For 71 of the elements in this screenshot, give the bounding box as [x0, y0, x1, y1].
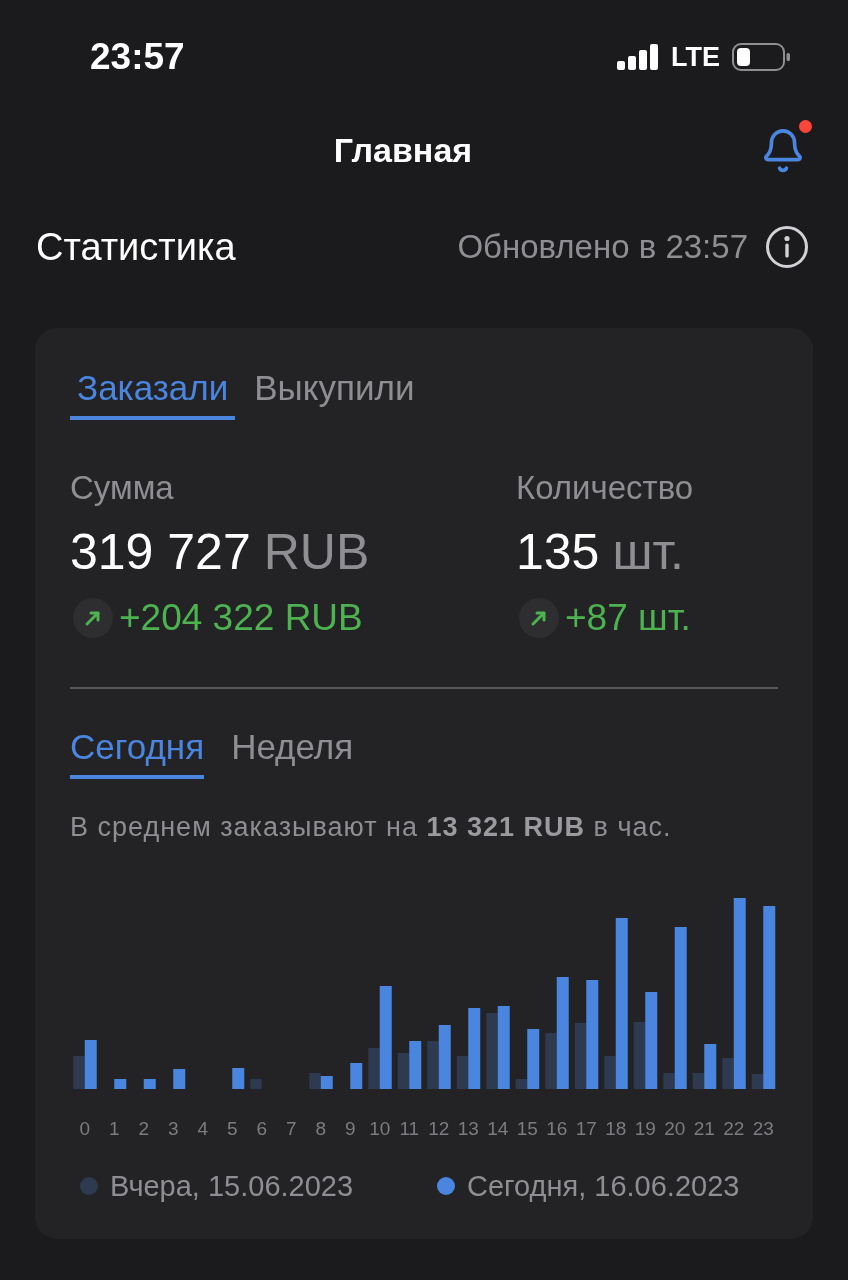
previous-day-bar [368, 1048, 380, 1089]
previous-day-bar [663, 1073, 675, 1089]
metric-label: Количество [516, 471, 694, 505]
period-tab[interactable]: Сегодня [70, 727, 205, 779]
hour-label: 12 [427, 1117, 451, 1141]
hour-label: 4 [196, 1117, 210, 1141]
period-tab[interactable]: Неделя [231, 727, 354, 779]
current-day-bar [114, 1079, 127, 1089]
hour-label: 14 [486, 1117, 510, 1141]
metric-value: 319 727 [70, 524, 251, 580]
hour-label: 5 [225, 1117, 239, 1141]
hour-label: 10 [368, 1117, 392, 1141]
hour-label: 9 [343, 1117, 357, 1141]
status-time: 23:57 [90, 36, 185, 78]
current-day-bar [527, 1029, 540, 1089]
hour-label: 21 [692, 1117, 716, 1141]
metric-tab[interactable]: Заказали [70, 368, 236, 420]
hour-label: 15 [515, 1117, 539, 1141]
metric-unit: RUB [263, 524, 370, 580]
hour-label: 0 [78, 1117, 92, 1141]
current-day-bar [704, 1044, 717, 1089]
metric-tab[interactable]: Выкупили [247, 368, 422, 420]
hour-label: 18 [604, 1117, 628, 1141]
metric-label: Сумма [70, 471, 174, 505]
updated-time-text: Обновлено в 23:57 [457, 228, 748, 266]
hour-label: 6 [255, 1117, 269, 1141]
metric-change: +87 шт. [565, 597, 691, 639]
metric-unit: шт. [612, 524, 684, 580]
hour-label: 17 [574, 1117, 598, 1141]
previous-day-bar [456, 1056, 469, 1089]
legend-label: Сегодня, 16.06.2023 [467, 1170, 740, 1202]
hour-label: 13 [456, 1117, 480, 1141]
average-summary-text: В среднем заказывают на 13 321 RUB в час. [70, 812, 673, 842]
previous-day-bar [545, 1033, 557, 1089]
previous-day-bar [722, 1058, 734, 1089]
current-day-bar [143, 1079, 156, 1089]
hour-label: 1 [107, 1117, 121, 1141]
hour-label: 19 [633, 1117, 657, 1141]
previous-day-bar [692, 1073, 705, 1089]
screen-title: Главная [333, 130, 473, 170]
previous-day-bar [604, 1056, 616, 1089]
previous-day-bar [515, 1079, 528, 1089]
previous-day-bar [309, 1073, 321, 1089]
legend-label: Вчера, 15.06.2023 [110, 1170, 354, 1202]
hour-label: 2 [137, 1117, 151, 1141]
previous-day-bar [751, 1074, 764, 1089]
hour-label: 3 [166, 1117, 180, 1141]
previous-day-bar [250, 1079, 262, 1089]
hour-label: 7 [284, 1117, 298, 1141]
metric-value: 135 [516, 524, 600, 580]
previous-day-bar [397, 1053, 410, 1089]
current-day-bar [409, 1041, 422, 1089]
hour-label: 22 [722, 1117, 746, 1141]
battery-icon [732, 43, 790, 71]
current-day-bar [232, 1068, 245, 1089]
previous-day-bar [73, 1056, 85, 1089]
hour-label: 20 [663, 1117, 687, 1141]
hour-label: 23 [751, 1117, 775, 1141]
hour-label: 8 [314, 1117, 328, 1141]
previous-day-bar [633, 1022, 646, 1089]
hour-label: 16 [545, 1117, 569, 1141]
previous-day-bar [574, 1023, 587, 1089]
metric-change: +204 322 RUB [119, 597, 363, 639]
info-icon[interactable] [766, 226, 808, 268]
section-title: Статистика [36, 225, 236, 269]
signal-icon [617, 44, 659, 70]
current-day-bar [173, 1069, 186, 1089]
current-day-bar [350, 1063, 363, 1089]
hour-label: 11 [398, 1117, 421, 1141]
network-type: LTE [671, 41, 720, 73]
previous-day-bar [427, 1041, 439, 1089]
